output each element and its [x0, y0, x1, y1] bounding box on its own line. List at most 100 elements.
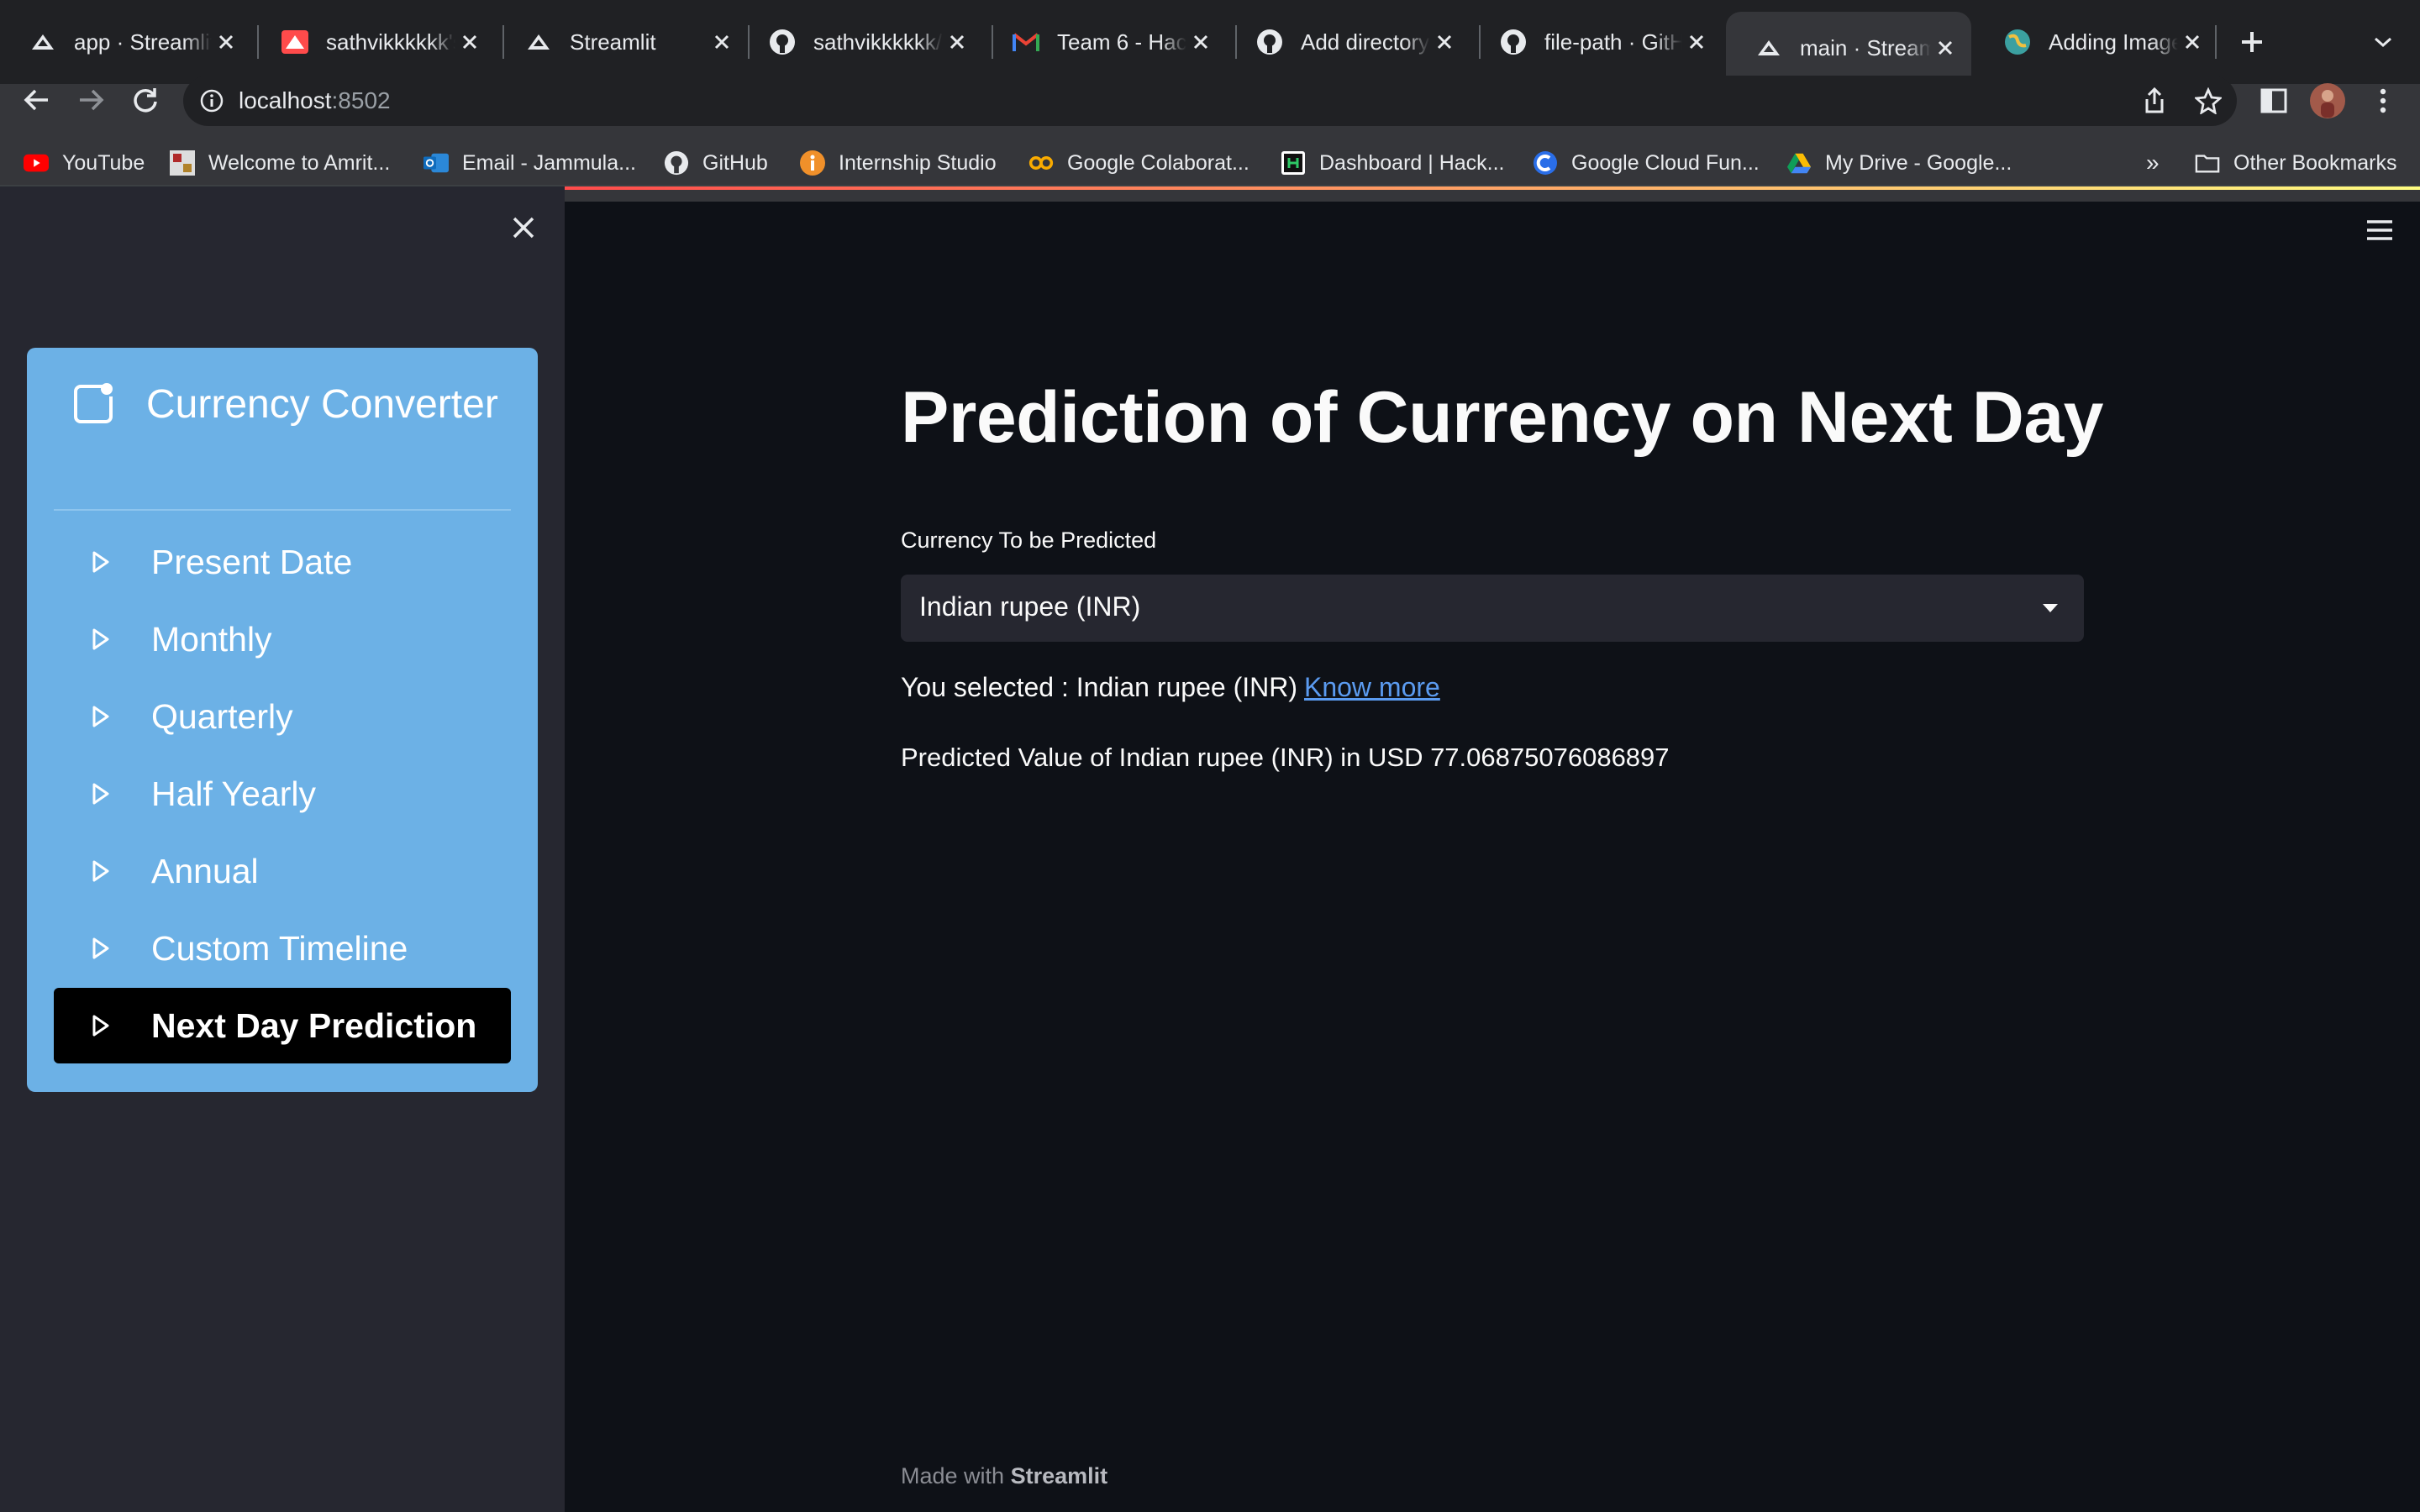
nav-item-label: Half Yearly — [151, 774, 317, 813]
url-port: :8502 — [331, 87, 391, 113]
tab-title: Adding Image — [2049, 29, 2178, 55]
tab-title: Team 6 - Hack — [1057, 29, 1186, 55]
bookmark-label: My Drive - Google... — [1825, 150, 2012, 175]
bookmark-email[interactable]: Email - Jammula... — [424, 146, 636, 180]
github-icon — [1255, 28, 1284, 56]
browser-tab[interactable]: app · Streamlit — [0, 12, 252, 72]
streamlit-link[interactable]: Streamlit — [1011, 1463, 1108, 1488]
page-title: Prediction of Currency on Next Day — [901, 377, 2103, 458]
bookmark-internship-studio[interactable]: Internship Studio — [800, 146, 997, 180]
footer-prefix: Made with — [901, 1463, 1005, 1488]
bookmark-cloud-functions[interactable]: Google Cloud Fun... — [1533, 146, 1760, 180]
back-arrow-icon[interactable] — [15, 79, 57, 121]
hamburger-menu-icon[interactable] — [2360, 210, 2400, 250]
play-outline-icon — [86, 547, 116, 577]
bookmark-label: Dashboard | Hack... — [1319, 150, 1505, 175]
cloud-functions-icon — [1533, 150, 1558, 176]
share-icon[interactable] — [2131, 77, 2178, 124]
browser-tab[interactable]: file-path · GitH — [1470, 12, 1723, 72]
nav-item-quarterly[interactable]: Quarterly — [54, 679, 511, 754]
reload-icon[interactable] — [124, 79, 166, 121]
address-bar[interactable] — [183, 76, 2237, 126]
bookmark-youtube[interactable]: YouTube — [24, 146, 145, 180]
nav-item-monthly[interactable]: Monthly — [54, 601, 511, 677]
bookmark-hackerrank[interactable]: Dashboard | Hack... — [1281, 146, 1504, 180]
browser-tab[interactable]: sathvikkkkkk's — [252, 12, 496, 72]
close-icon[interactable] — [1682, 28, 1711, 56]
close-icon[interactable] — [455, 28, 484, 56]
url-text[interactable]: localhost:8502 — [239, 87, 391, 114]
browser-tab-active[interactable]: main · Streaml — [1726, 12, 1971, 84]
tab-title: file-path · GitH — [1544, 29, 1682, 55]
bookmark-label: Google Colaborat... — [1067, 150, 1249, 175]
drive-icon — [1786, 150, 1812, 176]
play-outline-icon — [86, 779, 116, 809]
internship-icon — [800, 150, 825, 176]
nav-item-label: Monthly — [151, 619, 272, 659]
sidebar-close-icon[interactable] — [504, 208, 543, 247]
play-outline-icon — [86, 856, 116, 886]
tab-title: sathvikkkkkk's — [326, 29, 455, 55]
kebab-menu-icon[interactable] — [2360, 77, 2407, 124]
bookmark-star-icon[interactable] — [2185, 77, 2232, 124]
selected-currency-text: You selected : Indian rupee (INR) Know mo… — [901, 672, 1440, 703]
nav-item-label: Custom Timeline — [151, 928, 408, 968]
streamlit-red-icon — [281, 28, 309, 56]
tab-title: Add directory — [1301, 29, 1430, 55]
streamlit-icon — [29, 28, 57, 56]
tab-title: main · Streaml — [1800, 34, 1931, 60]
menu-divider — [54, 509, 511, 511]
know-more-link[interactable]: Know more — [1304, 672, 1440, 702]
site-info-icon[interactable] — [197, 86, 227, 116]
youtube-icon — [24, 150, 49, 176]
amrita-icon — [170, 150, 195, 176]
new-tab-button[interactable] — [2230, 24, 2274, 60]
url-host: localhost — [239, 87, 332, 113]
tab-title: Streamlit — [570, 29, 656, 55]
nav-item-half-yearly[interactable]: Half Yearly — [54, 756, 511, 832]
nav-item-next-day-prediction[interactable]: Next Day Prediction — [54, 988, 511, 1063]
globe-icon — [2003, 28, 2032, 56]
bookmark-label: Email - Jammula... — [462, 150, 636, 175]
profile-avatar[interactable] — [2304, 77, 2351, 124]
bookmark-label: YouTube — [62, 150, 145, 175]
nav-item-label: Annual — [151, 851, 259, 890]
caret-down-icon[interactable] — [2037, 595, 2064, 622]
browser-tab[interactable]: Add directory — [1227, 12, 1470, 72]
other-bookmarks[interactable]: Other Bookmarks — [2195, 146, 2397, 180]
menu-title: Currency Converter — [146, 382, 498, 427]
forward-arrow-icon[interactable] — [71, 79, 113, 121]
browser-tab[interactable]: Team 6 - Hack — [983, 12, 1227, 72]
browser-tab[interactable]: sathvikkkkkk/A — [739, 12, 983, 72]
tab-title: sathvikkkkkk/A — [813, 29, 943, 55]
bookmark-amrita[interactable]: Welcome to Amrit... — [170, 146, 390, 180]
footer: Made with Streamlit — [901, 1463, 1107, 1489]
browser-tab-strip: app · Streamlit sathvikkkkkk's Streamlit… — [0, 0, 2420, 84]
browser-tab[interactable]: Adding Image — [1975, 12, 2218, 72]
nav-item-annual[interactable]: Annual — [54, 833, 511, 909]
colab-icon — [1028, 150, 1054, 176]
streamlit-icon — [1754, 34, 1783, 62]
tab-search-chevron-icon[interactable] — [2361, 24, 2405, 60]
play-outline-icon — [86, 933, 116, 963]
close-icon[interactable] — [708, 28, 736, 56]
close-icon[interactable] — [212, 28, 240, 56]
close-icon[interactable] — [1430, 28, 1459, 56]
close-icon[interactable] — [943, 28, 971, 56]
browser-tab[interactable]: Streamlit — [496, 12, 748, 72]
play-outline-icon — [86, 1011, 116, 1041]
nav-item-custom-timeline[interactable]: Custom Timeline — [54, 911, 511, 986]
close-icon[interactable] — [1931, 34, 1960, 62]
gmail-icon — [1012, 28, 1040, 56]
bookmark-my-drive[interactable]: My Drive - Google... — [1786, 146, 2012, 180]
bookmarks-overflow-button[interactable]: » — [2146, 146, 2160, 180]
side-panel-icon[interactable] — [2250, 77, 2297, 124]
close-icon[interactable] — [1186, 28, 1215, 56]
close-icon[interactable] — [2178, 28, 2207, 56]
bookmark-github[interactable]: GitHub — [664, 146, 768, 180]
nav-item-present-date[interactable]: Present Date — [54, 524, 511, 600]
nav-item-label: Quarterly — [151, 696, 293, 736]
bookmark-label: Welcome to Amrit... — [208, 150, 391, 175]
bookmarks-bar: YouTube Welcome to Amrit... Email - Jamm… — [0, 138, 2420, 186]
bookmark-colab[interactable]: Google Colaborat... — [1028, 146, 1249, 180]
